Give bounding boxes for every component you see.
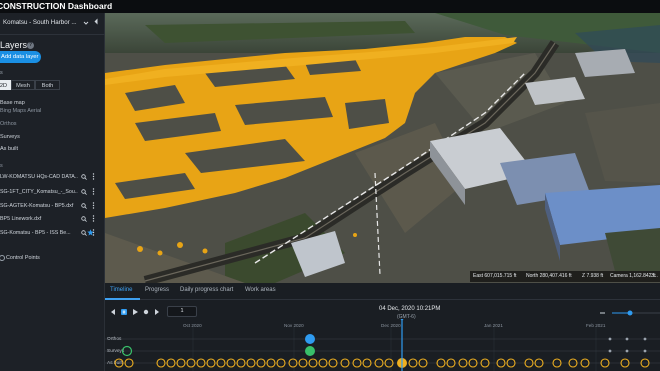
play-icon[interactable] [131,308,139,316]
files-header: s [0,163,3,169]
layers-title: Layers [0,40,28,50]
file-name: SG-1FT_CITY_Komatsu_-_Sou... [0,189,78,195]
more-options-icon[interactable] [92,229,95,236]
step-back-icon[interactable] [109,308,117,316]
view-mode-label: s [0,70,3,76]
survey-marker [305,346,315,356]
view-2d-button[interactable]: 2D [0,80,11,90]
app-title: CONSTRUCTION Dashboard [0,1,113,11]
east-readout: East 607,015.715 ft [473,273,517,279]
aerial-map[interactable] [105,13,660,283]
ortho-marker [305,334,315,344]
help-icon[interactable]: ? [27,42,34,49]
zoom-to-layer-icon[interactable] [81,203,87,209]
file-row[interactable]: SG-AGTEK-Komatsu - BP5.dxf [0,202,105,211]
camera-readout: Camera 1,162.842 ft [610,273,656,279]
file-name: LW-KOMATSU HQs-CAD DATA... [0,174,78,180]
file-row[interactable]: SG-1FT_CITY_Komatsu_-_Sou... [0,188,105,197]
timeline-zoom-slider[interactable] [600,310,660,316]
zoom-to-layer-icon[interactable] [81,216,87,222]
control-points-label: Control Points [6,255,40,261]
chevron-down-icon [83,21,89,25]
record-icon[interactable] [142,308,150,316]
file-row[interactable]: BP5 Linework.dxf [0,215,105,224]
coordinate-status-bar: East 607,015.715 ft North 280,407.416 ft… [470,271,660,282]
collapse-sidebar-icon[interactable] [93,18,99,25]
layer-group-as-built[interactable]: As built [0,146,18,152]
z-readout: Z 7.938 ft [582,273,604,279]
scale-readout: 3... [651,273,658,279]
view-mesh-button[interactable]: Mesh [11,80,35,90]
file-name: SG-Komatsu - BP5 - ISS Be... [0,230,71,236]
current-date: 04 Dec, 2020 10:21PM [379,306,441,312]
file-name: BP5 Linework.dxf [0,216,42,222]
tab-daily-progress-chart[interactable]: Daily progress chart [180,287,233,293]
frame-input[interactable]: 1 [167,306,197,317]
top-bar: CONSTRUCTION Dashboard [0,0,660,13]
map-viewport[interactable]: East 607,015.715 ft North 280,407.416 ft… [105,13,660,283]
zoom-to-layer-icon[interactable] [81,174,87,180]
add-data-layer-button[interactable]: Add data layer [0,51,41,63]
view-both-button[interactable]: Both [35,80,60,90]
active-tab-indicator [105,298,140,300]
control-points-row[interactable]: Control Points [0,254,105,263]
more-options-icon[interactable] [92,202,95,209]
tab-work-areas[interactable]: Work areas [245,287,276,293]
more-options-icon[interactable] [92,188,95,195]
pause-icon[interactable] [120,308,128,316]
zoom-to-layer-icon[interactable] [81,189,87,195]
basemap-title: Base map [0,100,25,106]
file-row[interactable]: SG-Komatsu - BP5 - ISS Be... [0,229,105,238]
layer-group-orthos[interactable]: Orthos [0,121,17,127]
timeline-panel: Timeline Progress Daily progress chart W… [105,283,660,371]
sidebar: Komatsu - South Harbor ... Layers ? Add … [0,13,105,371]
file-name: SG-AGTEK-Komatsu - BP5.dxf [0,203,74,209]
divider [0,34,105,35]
layer-group-surveys[interactable]: Surveys [0,134,20,140]
tab-timeline[interactable]: Timeline [110,287,132,293]
more-options-icon[interactable] [92,215,95,222]
file-row[interactable]: LW-KOMATSU HQs-CAD DATA... [0,173,105,182]
control-point-icon [0,255,5,261]
step-forward-icon[interactable] [153,308,161,316]
timeline-track[interactable] [105,319,660,371]
timeline-tabs: Timeline Progress Daily progress chart W… [105,283,660,300]
tab-progress[interactable]: Progress [145,287,169,293]
north-readout: North 280,407.416 ft [526,273,572,279]
project-name: Komatsu - South Harbor ... [3,19,77,26]
project-selector[interactable]: Komatsu - South Harbor ... [0,15,105,31]
more-options-icon[interactable] [92,173,95,180]
basemap-value[interactable]: Bing Maps Aerial [0,108,41,114]
